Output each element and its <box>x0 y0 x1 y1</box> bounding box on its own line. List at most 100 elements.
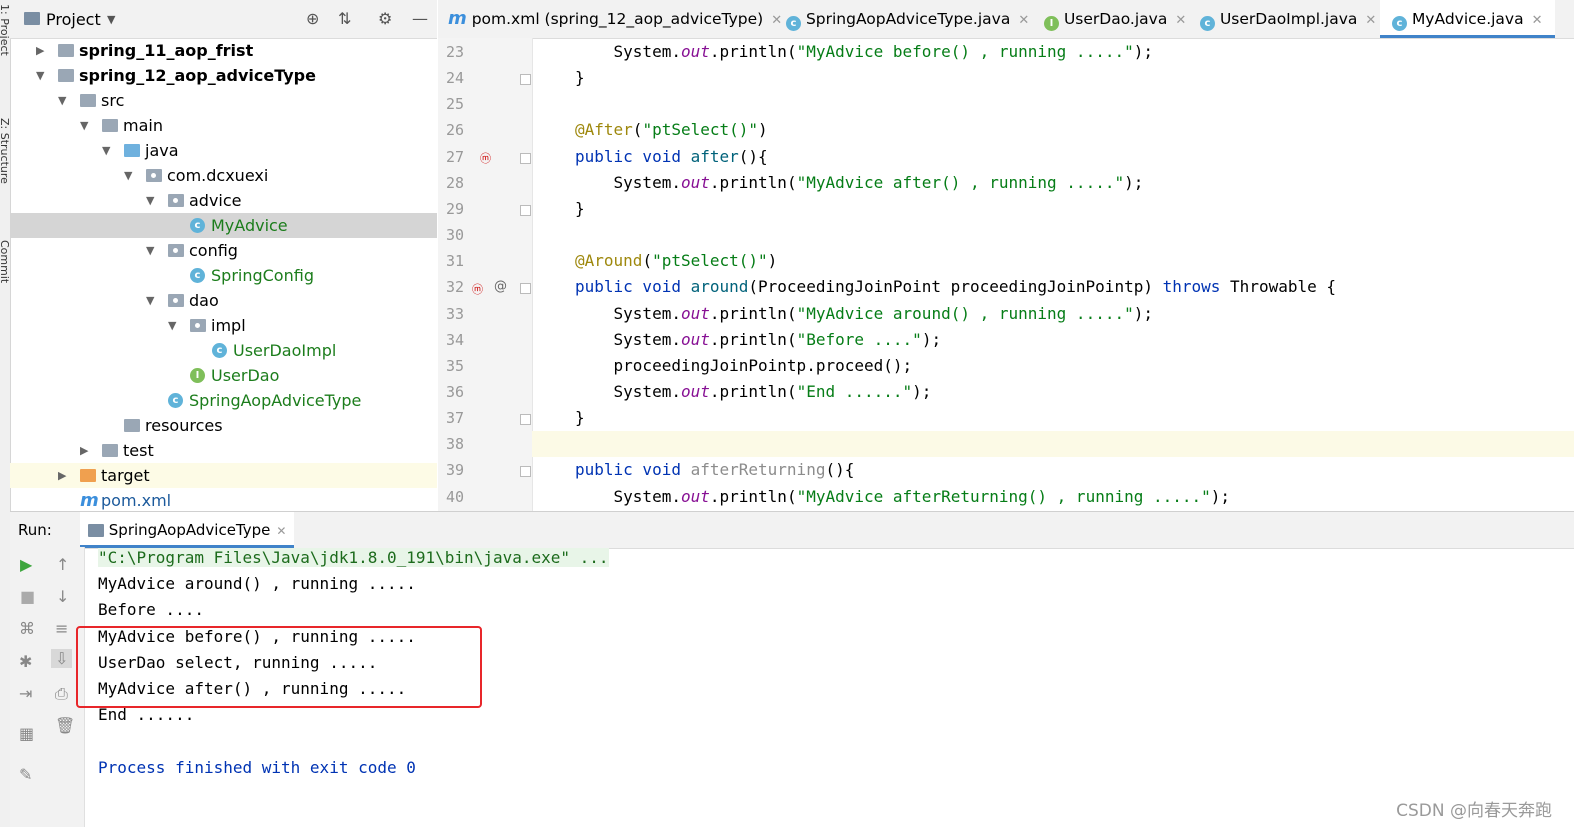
login-icon[interactable]: ⇥ <box>19 684 32 703</box>
line-number: 24 <box>446 69 465 88</box>
arrow-up-icon[interactable]: ↑ <box>56 555 69 574</box>
chevron-down-icon[interactable]: ▼ <box>168 313 176 338</box>
chevron-right-icon[interactable]: ▶ <box>80 438 88 463</box>
code-line[interactable]: proceedingJoinPointp.proceed(); <box>575 355 913 375</box>
class-icon: c <box>1392 16 1407 31</box>
project-panel-header: Project ▼ ⊕ ⇅ ⚙ — <box>10 0 437 39</box>
tree-item[interactable]: ▶ spring_11_aop_frist <box>10 38 437 63</box>
stop-icon[interactable]: ■ <box>20 587 35 606</box>
debug-icon[interactable]: ✱ <box>19 652 32 671</box>
chevron-down-icon[interactable]: ▼ <box>107 13 115 26</box>
gear-icon[interactable]: ⚙ <box>378 9 392 28</box>
locate-icon[interactable]: ⊕ <box>306 9 319 28</box>
tree-item[interactable]: ▼ advice <box>10 188 437 213</box>
chevron-down-icon[interactable]: ▼ <box>146 188 154 213</box>
tab-myadvice[interactable]: c MyAdvice.java ✕ <box>1380 0 1555 38</box>
tab-pom[interactable]: m pom.xml (spring_12_aop_adviceType) ✕ <box>448 0 782 38</box>
tab-userdaoimpl[interactable]: c UserDaoImpl.java ✕ <box>1200 0 1376 38</box>
tree-item[interactable]: ▶ test <box>10 438 437 463</box>
code-line[interactable]: @Around("ptSelect()") <box>575 251 777 270</box>
close-icon[interactable]: ✕ <box>276 524 286 538</box>
override-marker-icon[interactable]: ⓜ <box>472 281 483 297</box>
tree-item[interactable]: ▼ config <box>10 238 437 263</box>
run-panel-header: Run: SpringAopAdviceType ✕ <box>10 511 1574 549</box>
tree-item[interactable]: ▼ impl <box>10 313 437 338</box>
collapse-all-icon[interactable]: ⇅ <box>338 9 351 28</box>
tree-item[interactable]: ▼ spring_12_aop_adviceType <box>10 63 437 88</box>
layout-icon[interactable]: ▦ <box>19 724 34 743</box>
code-token: ); <box>921 329 942 349</box>
code-line[interactable]: public void afterReturning(){ <box>575 460 854 479</box>
run-tab[interactable]: SpringAopAdviceType ✕ <box>80 512 295 548</box>
code-line[interactable]: System.out.println("MyAdvice around() , … <box>575 304 1153 323</box>
code-token: (){ <box>738 146 768 166</box>
print-icon[interactable]: ⎙ <box>55 684 68 704</box>
chevron-right-icon[interactable]: ▶ <box>58 463 66 488</box>
code-line[interactable]: System.out.println("End ......"); <box>575 382 932 401</box>
close-icon[interactable]: ✕ <box>1365 13 1376 28</box>
rerun-icon[interactable]: ▶ <box>20 555 32 574</box>
chevron-down-icon[interactable]: ▼ <box>36 63 44 88</box>
tree-item[interactable]: ▼ com.dcxuexi <box>10 163 437 188</box>
code-line[interactable]: System.out.println("MyAdvice afterReturn… <box>575 487 1231 506</box>
code-line[interactable]: System.out.println("Before ...."); <box>575 329 942 349</box>
tree-item[interactable]: ▼ main <box>10 113 437 138</box>
tree-item[interactable]: ▼ dao <box>10 288 437 313</box>
camera-icon[interactable]: ⌘ <box>19 619 35 638</box>
code-line[interactable]: } <box>575 408 585 427</box>
code-line[interactable]: } <box>575 68 585 87</box>
tree-item[interactable]: resources <box>10 413 437 438</box>
tab-springaopadvicetype[interactable]: c SpringAopAdviceType.java ✕ <box>786 0 1029 38</box>
class-icon: c <box>212 343 227 358</box>
fold-icon[interactable] <box>520 283 531 295</box>
trash-icon[interactable]: 🗑 <box>55 716 75 735</box>
chevron-down-icon[interactable]: ▼ <box>124 163 132 188</box>
code-line[interactable]: @After("ptSelect()") <box>575 120 768 139</box>
code-token: after <box>690 146 739 166</box>
tree-item[interactable]: ▼ java <box>10 138 437 163</box>
tree-item[interactable]: c SpringConfig <box>10 263 437 288</box>
soft-wrap-icon[interactable]: ≡ <box>55 619 68 638</box>
tree-item[interactable]: ▶ target <box>10 463 437 488</box>
folder-icon <box>102 119 118 132</box>
chevron-down-icon[interactable]: ▼ <box>102 138 110 163</box>
scroll-to-end-icon[interactable]: ⇩ <box>51 649 73 668</box>
code-line[interactable]: System.out.println("MyAdvice before() , … <box>575 42 1153 61</box>
tree-item[interactable]: c SpringAopAdviceType <box>10 388 437 413</box>
chevron-down-icon[interactable]: ▼ <box>80 113 88 138</box>
fold-icon[interactable] <box>520 74 531 86</box>
annotation-marker-icon[interactable]: @ <box>494 279 507 294</box>
override-marker-icon[interactable]: ⓜ <box>480 150 491 166</box>
code-line[interactable]: } <box>575 199 585 218</box>
code-token: proceedingJoinPointp.proceed(); <box>575 355 913 375</box>
chevron-down-icon[interactable]: ▼ <box>146 288 154 313</box>
tab-userdao[interactable]: I UserDao.java ✕ <box>1044 0 1186 38</box>
pin-icon[interactable]: ✎ <box>19 765 32 784</box>
fold-icon[interactable] <box>520 466 531 478</box>
code-line[interactable]: public void around(ProceedingJoinPoint p… <box>575 277 1336 296</box>
close-icon[interactable]: ✕ <box>1175 13 1186 28</box>
folder-icon <box>124 144 140 157</box>
hide-icon[interactable]: — <box>412 9 428 28</box>
close-icon[interactable]: ✕ <box>771 13 782 28</box>
fold-icon[interactable] <box>520 152 531 164</box>
chevron-down-icon[interactable]: ▼ <box>146 238 154 263</box>
tree-item[interactable]: I UserDao <box>10 363 437 388</box>
tree-item[interactable]: c UserDaoImpl <box>10 338 437 363</box>
tree-item[interactable]: ▼ src <box>10 88 437 113</box>
tree-item[interactable]: m pom.xml <box>10 488 437 513</box>
project-panel-title[interactable]: Project <box>46 10 101 29</box>
tree-item-label: UserDao <box>211 366 280 385</box>
tree-item[interactable]: c MyAdvice <box>10 213 437 238</box>
tree-item-label: com.dcxuexi <box>167 166 269 185</box>
chevron-down-icon[interactable]: ▼ <box>58 88 66 113</box>
chevron-right-icon[interactable]: ▶ <box>36 38 44 63</box>
fold-icon[interactable] <box>520 414 531 426</box>
code-line[interactable]: public void after(){ <box>575 147 768 166</box>
code-line[interactable]: System.out.println("MyAdvice after() , r… <box>575 173 1144 192</box>
fold-icon[interactable] <box>520 204 531 216</box>
close-icon[interactable]: ✕ <box>1018 13 1029 28</box>
close-icon[interactable]: ✕ <box>1532 13 1543 28</box>
arrow-down-icon[interactable]: ↓ <box>56 587 69 606</box>
tree-item-label: advice <box>189 191 242 210</box>
